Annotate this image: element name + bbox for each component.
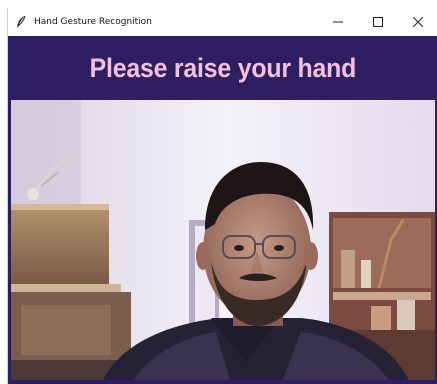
- maximize-button[interactable]: [358, 8, 398, 36]
- maximize-icon: [373, 17, 383, 27]
- window-controls: [318, 8, 437, 36]
- instruction-banner: Please raise your hand: [8, 36, 437, 100]
- window-title: Hand Gesture Recognition: [34, 17, 152, 27]
- bottom-border: [8, 380, 437, 384]
- feather-icon: [12, 13, 30, 31]
- minimize-button[interactable]: [318, 8, 358, 36]
- close-icon: [413, 17, 423, 27]
- webcam-video-feed: [11, 100, 435, 384]
- instruction-heading: Please raise your hand: [89, 52, 357, 83]
- title-bar[interactable]: Hand Gesture Recognition: [8, 8, 437, 36]
- app-window: Hand Gesture Recognition Please raise yo…: [7, 8, 437, 384]
- close-button[interactable]: [398, 8, 437, 36]
- minimize-icon: [333, 17, 343, 27]
